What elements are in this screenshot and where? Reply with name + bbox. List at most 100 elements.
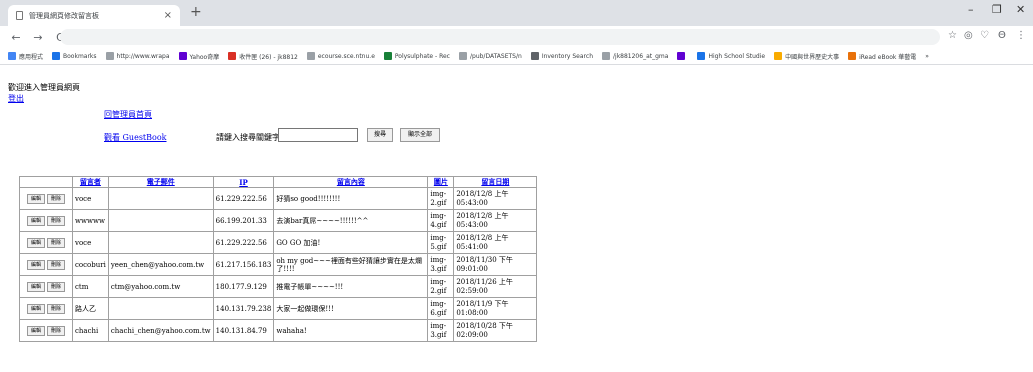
time-part: 09:01:00 xyxy=(456,264,488,273)
header-ip[interactable]: IP xyxy=(212,176,275,188)
bookmark-item[interactable]: iRead eBook 華藝電 xyxy=(848,52,916,61)
search-button[interactable]: 搜尋 xyxy=(367,128,393,142)
cell-name: chachi xyxy=(72,319,109,342)
date-part: 2018/12/8 上午 xyxy=(456,189,509,198)
view-guestbook-link[interactable]: 觀看 GuestBook xyxy=(104,132,167,143)
bookmark-label: http://www.wrapa xyxy=(116,52,170,60)
bookmark-label: ecourse.sce.ntnu.e xyxy=(317,52,375,60)
date-part: 2018/12/8 上午 xyxy=(456,233,509,242)
cell-date: 2018/11/26 上午 02:59:00 xyxy=(453,275,538,298)
bookmark-item[interactable]: » xyxy=(925,53,929,60)
bookmark-item[interactable]: 應用程式 xyxy=(8,52,43,61)
tab-strip: 管理員網頁修改留言板 × + – ❐ ✕ xyxy=(0,0,1033,26)
bookmark-item[interactable]: Inventory Search xyxy=(530,52,593,60)
date-part: 2018/11/30 下午 xyxy=(456,255,513,264)
yahoo-icon xyxy=(677,52,686,60)
bookmark-item[interactable]: 收件匣 (26) - jk8812 xyxy=(228,52,298,61)
cell-image: img- 2.gif xyxy=(427,187,455,210)
edit-button[interactable]: 編輯 xyxy=(26,193,45,204)
bookmark-item[interactable]: /jk881206_at_gma xyxy=(602,52,668,60)
tab-close-icon[interactable]: × xyxy=(164,10,172,21)
cell-date: 2018/11/30 下午 09:01:00 xyxy=(453,253,538,276)
cell-email: chachi_chen@yahoo.com.tw xyxy=(107,319,214,342)
cell-message: 大家一起做環保!!! xyxy=(273,297,429,320)
image-name-part1: img- xyxy=(430,277,447,286)
search-input[interactable] xyxy=(278,128,358,142)
star-icon xyxy=(52,52,61,60)
delete-button[interactable]: 刪除 xyxy=(47,281,66,292)
image-name-part1: img- xyxy=(430,299,447,308)
restore-button[interactable]: ❐ xyxy=(992,3,1002,16)
cell-email xyxy=(107,231,214,254)
bookmark-item[interactable]: ecourse.sce.ntnu.e xyxy=(306,52,375,60)
bookmark-label: Bookmarks xyxy=(63,52,97,60)
menu-icon[interactable]: ⋮ xyxy=(1016,30,1026,41)
drive-icon xyxy=(383,52,392,60)
header-email[interactable]: 電子郵件 xyxy=(107,176,214,188)
row-actions: 編輯 刪除 xyxy=(19,253,73,276)
page-icon xyxy=(306,52,315,60)
header-message[interactable]: 留言內容 xyxy=(273,176,429,188)
delete-button[interactable]: 刪除 xyxy=(47,237,66,248)
back-to-admin-link[interactable]: 回管理員首頁 xyxy=(104,109,152,120)
profile-icon[interactable]: Θ xyxy=(998,30,1006,41)
delete-button[interactable]: 刪除 xyxy=(47,193,66,204)
header-date[interactable]: 留言日期 xyxy=(453,176,538,188)
bookmark-item[interactable]: 中國與世界歷史大事 xyxy=(774,52,839,61)
cell-ip: 180.177.9.129 xyxy=(212,275,275,298)
show-all-button[interactable]: 顯示全部 xyxy=(400,128,440,142)
cell-image: img- 4.gif xyxy=(427,209,455,232)
cell-email xyxy=(107,187,214,210)
close-window-button[interactable]: ✕ xyxy=(1016,3,1025,16)
bookmark-label: 收件匣 (26) - jk8812 xyxy=(239,53,298,61)
back-button[interactable]: ← xyxy=(10,31,22,44)
edit-button[interactable]: 編輯 xyxy=(26,215,45,226)
bookmark-label: High School Studie xyxy=(708,52,766,60)
welcome-text: 歡迎進入管理員網頁 xyxy=(8,83,80,92)
bookmark-item[interactable]: Yahoo奇摩 xyxy=(178,52,219,61)
bookmark-item[interactable] xyxy=(677,52,688,60)
edit-button[interactable]: 編輯 xyxy=(26,237,45,248)
cell-message: 推電子帳單~~~~!!! xyxy=(273,275,429,298)
bookmark-label: » xyxy=(925,52,929,60)
bookmark-item[interactable]: /pub/DATASETS/n xyxy=(458,52,522,60)
header-image[interactable]: 圖片 xyxy=(427,176,455,188)
shield-extension-icon[interactable]: ♡ xyxy=(980,30,989,41)
address-bar[interactable] xyxy=(60,29,940,45)
cell-date: 2018/11/9 下午 01:08:00 xyxy=(453,297,538,320)
delete-button[interactable]: 刪除 xyxy=(47,215,66,226)
delete-button[interactable]: 刪除 xyxy=(47,303,66,314)
cell-ip: 140.131.84.79 xyxy=(212,319,275,342)
extension-icon[interactable]: ◎ xyxy=(964,30,973,41)
row-actions: 編輯 刪除 xyxy=(19,275,73,298)
header-name[interactable]: 留言者 xyxy=(72,176,109,188)
bookmark-item[interactable]: Polysulphate - Rec xyxy=(383,52,450,60)
table-row: 編輯 刪除 cocoburi yeen_chen@yahoo.com.tw 61.217… xyxy=(19,253,538,276)
cell-name: 路人乙 xyxy=(72,297,109,320)
edit-button[interactable]: 編輯 xyxy=(26,325,45,336)
forward-button[interactable]: → xyxy=(32,31,44,44)
delete-button[interactable]: 刪除 xyxy=(47,325,66,336)
new-tab-button[interactable]: + xyxy=(190,4,202,20)
image-name-part2: 4.gif xyxy=(430,220,447,229)
browser-tab[interactable]: 管理員網頁修改留言板 × xyxy=(8,5,180,26)
row-actions: 編輯 刪除 xyxy=(19,187,73,210)
edit-button[interactable]: 編輯 xyxy=(26,303,45,314)
guestbook-table: 留言者 電子郵件 IP 留言內容 圖片 留言日期 編輯 刪除 voce 61.229.… xyxy=(19,176,538,342)
time-part: 02:59:00 xyxy=(456,286,488,295)
table-row: 編輯 刪除 路人乙 140.131.79.238 大家一起做環保!!! img- 6.gif… xyxy=(19,297,538,320)
bookmark-item[interactable]: High School Studie xyxy=(697,52,765,60)
minimize-button[interactable]: – xyxy=(968,3,974,16)
bookmark-star-icon[interactable]: ☆ xyxy=(948,30,957,41)
cell-email xyxy=(107,297,214,320)
table-row: 編輯 刪除 wwwww 66.199.201.33 去演bar真屌~~~~!!!!!!^… xyxy=(19,209,538,232)
bookmark-item[interactable]: Bookmarks xyxy=(52,52,97,60)
delete-button[interactable]: 刪除 xyxy=(47,259,66,270)
edit-button[interactable]: 編輯 xyxy=(26,281,45,292)
edit-button[interactable]: 編輯 xyxy=(26,259,45,270)
cell-ip: 61.217.156.183 xyxy=(212,253,275,276)
bookmark-item[interactable]: http://www.wrapa xyxy=(105,52,170,60)
cell-image: img- 5.gif xyxy=(427,231,455,254)
cell-message: GO GO 加油! xyxy=(273,231,429,254)
logout-link[interactable]: 登出 xyxy=(8,93,24,104)
